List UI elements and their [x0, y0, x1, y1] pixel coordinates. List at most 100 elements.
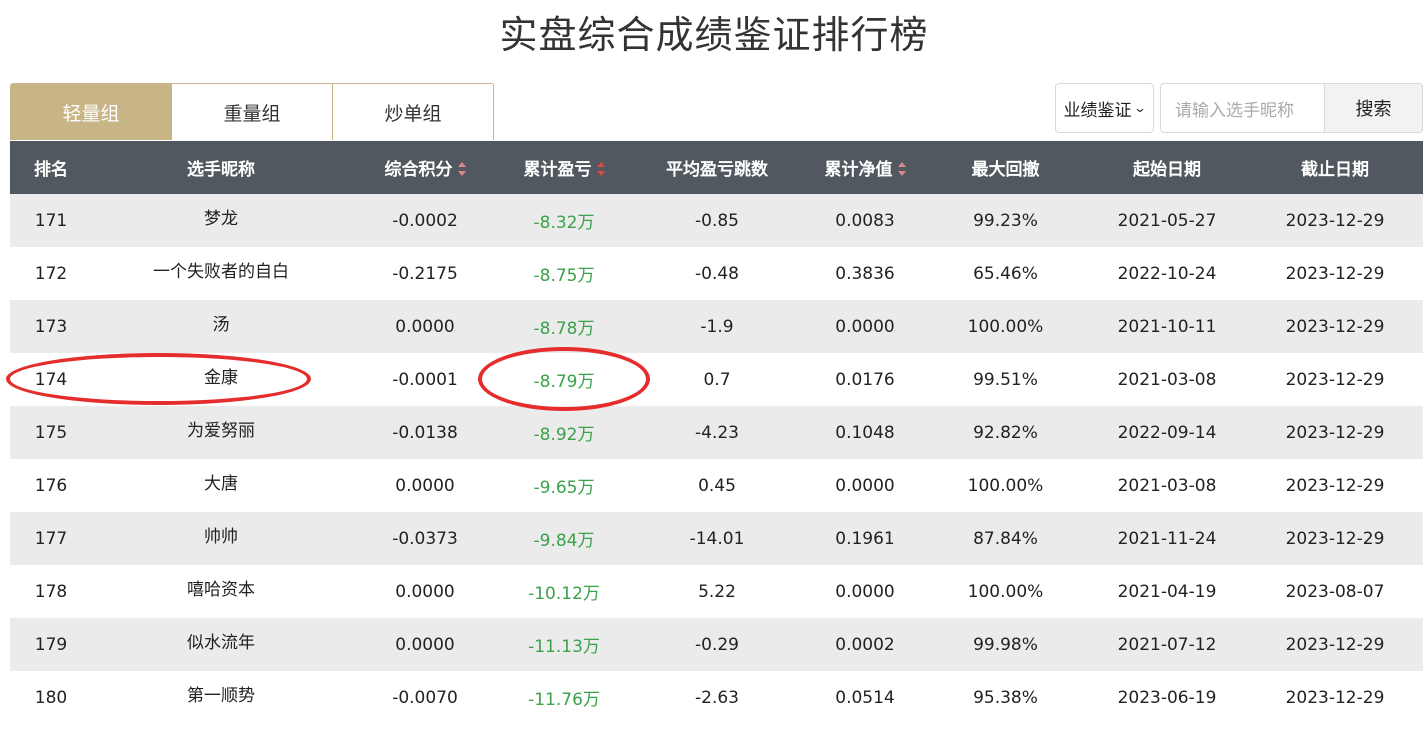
cell-cumulative-pnl: -10.12万 — [528, 584, 600, 604]
cell-net-value: 0.0000 — [835, 475, 895, 496]
table-row: 175 为爱努丽 -0.0138 -8.92万 -4.23 0.1048 92.82% 202… — [10, 406, 1423, 459]
cell-start-date: 2021-03-08 — [1117, 369, 1217, 390]
cell-cumulative-pnl: -8.32万 — [533, 213, 595, 233]
cell-end-date: 2023-12-29 — [1285, 475, 1385, 496]
cell-avg-ticks: -1.9 — [700, 316, 734, 337]
cell-nickname: 似水流年 — [187, 633, 255, 653]
cell-nickname: 金康 — [204, 368, 238, 388]
page-title: 实盘综合成绩鉴证排行榜 — [499, 13, 929, 57]
cell-nickname: 梦龙 — [204, 209, 238, 229]
cell-cumulative-pnl: -8.92万 — [533, 425, 595, 445]
table-row: 174 金康 -0.0001 -8.79万 0.7 0.0176 99.51% 2021-03… — [10, 353, 1423, 406]
header-score[interactable]: 综合积分 — [350, 155, 500, 180]
table-header: 排名 选手昵称 综合积分 累计盈亏 平均盈亏跳数 累计净值 最大回撤 起始日期 … — [10, 141, 1423, 194]
table-row: 178 嘻哈资本 0.0000 -10.12万 5.22 0.0000 100.00% 202… — [10, 565, 1423, 618]
cell-start-date: 2021-11-24 — [1117, 528, 1217, 549]
cell-nickname: 大唐 — [204, 474, 238, 494]
cell-nickname: 为爱努丽 — [187, 421, 255, 441]
cell-score: -0.2175 — [392, 263, 458, 284]
cell-cumulative-pnl: -9.65万 — [533, 478, 595, 498]
cell-cumulative-pnl: -8.75万 — [533, 266, 595, 286]
cell-score: -0.0001 — [392, 369, 458, 390]
table-row: 177 帅帅 -0.0373 -9.84万 -14.01 0.1961 87.84% 2021… — [10, 512, 1423, 565]
cell-score: 0.0000 — [395, 581, 455, 602]
cell-end-date: 2023-12-29 — [1285, 263, 1385, 284]
category-select[interactable]: 业绩鉴证 ⌄ — [1055, 83, 1154, 133]
tab-light-group[interactable]: 轻量组 — [11, 84, 172, 140]
header-nickname: 选手昵称 — [187, 160, 255, 180]
search-input[interactable]: 请输入选手昵称 — [1160, 83, 1324, 133]
table-row: 180 第一顺势 -0.0070 -11.76万 -2.63 0.0514 95.38% 20… — [10, 671, 1423, 724]
table-row: 176 大唐 0.0000 -9.65万 0.45 0.0000 100.00% 2021-0… — [10, 459, 1423, 512]
cell-max-drawdown: 95.38% — [973, 687, 1038, 708]
cell-avg-ticks: 0.7 — [703, 369, 731, 390]
tab-heavy-group[interactable]: 重量组 — [172, 84, 333, 140]
header-net-value[interactable]: 累计净值 — [806, 155, 924, 180]
cell-score: -0.0070 — [392, 687, 458, 708]
cell-avg-ticks: -0.29 — [695, 634, 739, 655]
cell-rank: 173 — [34, 316, 68, 337]
cell-end-date: 2023-12-29 — [1285, 634, 1385, 655]
cell-cumulative-pnl: -8.78万 — [533, 319, 595, 339]
cell-end-date: 2023-12-29 — [1285, 210, 1385, 231]
sort-icon[interactable] — [457, 162, 466, 176]
sort-icon[interactable] — [596, 162, 605, 176]
sort-icon[interactable] — [897, 162, 906, 176]
cell-start-date: 2021-05-27 — [1117, 210, 1217, 231]
cell-avg-ticks: 5.22 — [698, 581, 736, 602]
cell-net-value: 0.0514 — [835, 687, 895, 708]
cell-max-drawdown: 99.98% — [973, 634, 1038, 655]
header-cumulative-pnl[interactable]: 累计盈亏 — [500, 155, 628, 180]
cell-end-date: 2023-12-29 — [1285, 316, 1385, 337]
cell-start-date: 2021-07-12 — [1117, 634, 1217, 655]
table-row: 172 一个失败者的自白 -0.2175 -8.75万 -0.48 0.3836 65.46… — [10, 247, 1423, 300]
cell-net-value: 0.0002 — [835, 634, 895, 655]
table-row: 173 汤 0.0000 -8.78万 -1.9 0.0000 100.00% 2021-10… — [10, 300, 1423, 353]
cell-max-drawdown: 99.51% — [973, 369, 1038, 390]
cell-rank: 180 — [34, 687, 68, 708]
cell-score: 0.0000 — [395, 475, 455, 496]
cell-net-value: 0.3836 — [835, 263, 895, 284]
cell-nickname: 帅帅 — [204, 527, 238, 547]
cell-cumulative-pnl: -11.76万 — [528, 690, 600, 710]
cell-rank: 171 — [34, 210, 68, 231]
header-start-date: 起始日期 — [1133, 160, 1201, 180]
cell-score: -0.0373 — [392, 528, 458, 549]
cell-avg-ticks: -4.23 — [695, 422, 739, 443]
cell-start-date: 2022-10-24 — [1117, 263, 1217, 284]
cell-max-drawdown: 100.00% — [967, 581, 1044, 602]
cell-end-date: 2023-08-07 — [1285, 581, 1385, 602]
search-button[interactable]: 搜索 — [1324, 83, 1423, 133]
cell-end-date: 2023-12-29 — [1285, 369, 1385, 390]
cell-nickname: 第一顺势 — [187, 686, 255, 706]
category-select-value: 业绩鉴证 — [1063, 100, 1132, 121]
cell-end-date: 2023-12-29 — [1285, 687, 1385, 708]
cell-cumulative-pnl: -11.13万 — [528, 637, 600, 657]
cell-max-drawdown: 92.82% — [973, 422, 1038, 443]
cell-max-drawdown: 65.46% — [973, 263, 1038, 284]
cell-rank: 175 — [34, 422, 68, 443]
cell-max-drawdown: 99.23% — [973, 210, 1038, 231]
cell-net-value: 0.0000 — [835, 581, 895, 602]
table-row: 171 梦龙 -0.0002 -8.32万 -0.85 0.0083 99.23% 2021-… — [10, 194, 1423, 247]
table-row: 179 似水流年 0.0000 -11.13万 -0.29 0.0002 99.98% 202… — [10, 618, 1423, 671]
cell-start-date: 2023-06-19 — [1117, 687, 1217, 708]
tab-scalping-group[interactable]: 炒单组 — [333, 84, 493, 140]
cell-rank: 172 — [34, 263, 68, 284]
cell-rank: 176 — [34, 475, 68, 496]
cell-net-value: 0.0083 — [835, 210, 895, 231]
cell-start-date: 2022-09-14 — [1117, 422, 1217, 443]
group-tabs: 轻量组 重量组 炒单组 — [10, 83, 494, 140]
cell-net-value: 0.0176 — [835, 369, 895, 390]
cell-net-value: 0.0000 — [835, 316, 895, 337]
cell-net-value: 0.1961 — [835, 528, 895, 549]
search-bar: 业绩鉴证 ⌄ 请输入选手昵称 搜索 — [1055, 83, 1423, 133]
cell-max-drawdown: 100.00% — [967, 316, 1044, 337]
cell-score: -0.0138 — [392, 422, 458, 443]
cell-cumulative-pnl: -9.84万 — [533, 531, 595, 551]
cell-avg-ticks: -14.01 — [689, 528, 745, 549]
cell-start-date: 2021-10-11 — [1117, 316, 1217, 337]
cell-avg-ticks: 0.45 — [698, 475, 736, 496]
chevron-down-icon: ⌄ — [1133, 101, 1148, 115]
cell-cumulative-pnl: -8.79万 — [533, 372, 595, 392]
